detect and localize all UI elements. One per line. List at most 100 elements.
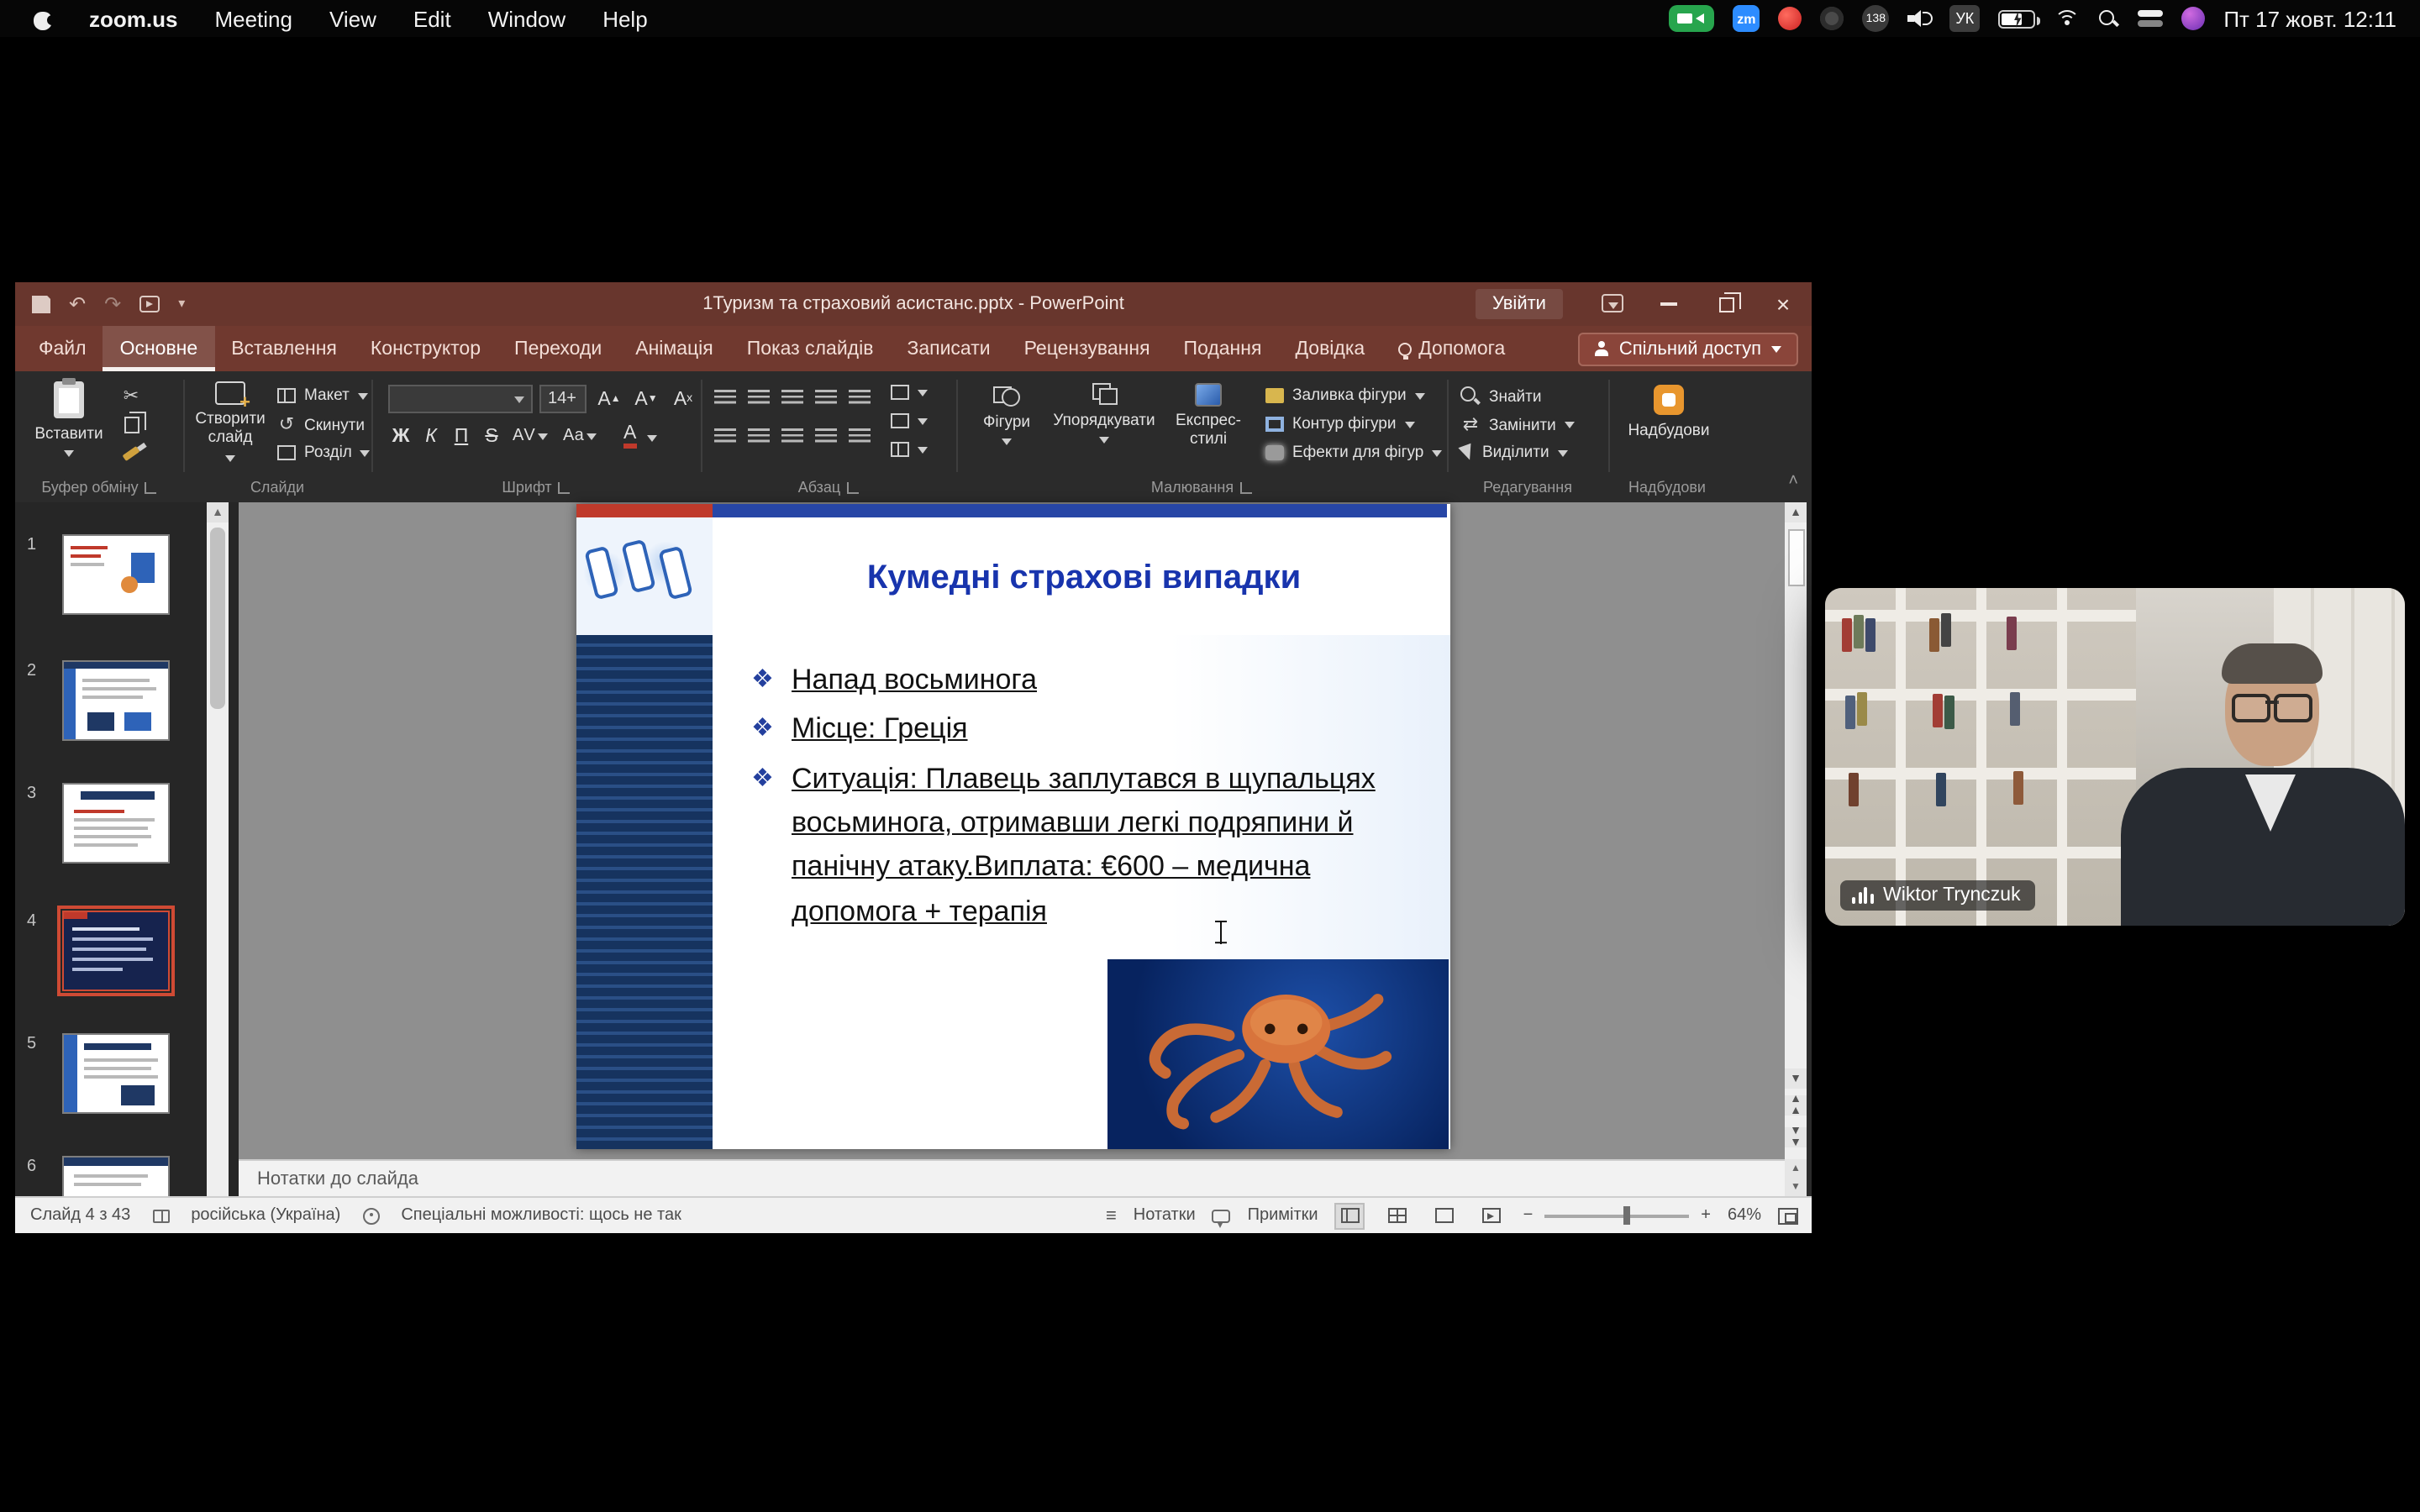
tab-help[interactable]: Допомога bbox=[1381, 326, 1522, 371]
zoom-participant-video[interactable]: Wiktor Trynczuk bbox=[1825, 588, 2405, 926]
strikethrough-button[interactable]: S bbox=[479, 423, 504, 449]
battery-icon[interactable] bbox=[1998, 9, 2035, 28]
status-app-icon-red[interactable] bbox=[1778, 7, 1802, 30]
control-center-icon[interactable] bbox=[2138, 8, 2163, 29]
editor-scrollbar[interactable]: ▲ ▼ ▲▲ ▼▼ bbox=[1785, 502, 1807, 1159]
shapes-button[interactable]: Фігури bbox=[970, 383, 1044, 445]
volume-icon[interactable] bbox=[1907, 8, 1931, 29]
bold-button[interactable]: Ж bbox=[388, 423, 413, 449]
tab-view[interactable]: Подання bbox=[1167, 326, 1279, 371]
tab-review[interactable]: Рецензування bbox=[1007, 326, 1167, 371]
scroll-up-icon[interactable]: ▲ bbox=[1785, 502, 1807, 522]
character-spacing-icon[interactable]: АV bbox=[513, 423, 549, 449]
font-name-combobox[interactable] bbox=[388, 385, 533, 413]
align-right-icon[interactable] bbox=[781, 428, 803, 445]
format-painter-icon[interactable] bbox=[119, 444, 143, 464]
line-spacing-icon[interactable] bbox=[849, 390, 871, 407]
notes-toggle[interactable]: Нотатки bbox=[1134, 1206, 1196, 1225]
restore-button[interactable] bbox=[1697, 282, 1754, 326]
reset-button[interactable]: ↺Скинути bbox=[277, 415, 365, 435]
tab-file[interactable]: Файл bbox=[15, 326, 103, 371]
current-slide[interactable]: Кумедні страхові випадки ❖ Напад восьмин… bbox=[576, 504, 1450, 1149]
zoom-camera-status-icon[interactable] bbox=[1669, 5, 1714, 32]
undo-icon[interactable]: ↶ bbox=[69, 294, 86, 314]
normal-view-button[interactable] bbox=[1335, 1202, 1365, 1229]
cut-icon[interactable]: ✂ bbox=[119, 386, 143, 407]
save-icon[interactable] bbox=[32, 295, 50, 313]
quick-styles-button[interactable]: Експрес-стилі bbox=[1165, 383, 1252, 450]
select-button[interactable]: Виділити bbox=[1460, 444, 1568, 462]
menu-bar-clock[interactable]: Пт 17 жовт. 12:11 bbox=[2223, 6, 2396, 31]
chevron-down-icon[interactable] bbox=[647, 435, 657, 442]
dialog-launcher-icon[interactable] bbox=[145, 481, 157, 493]
scrollbar-thumb[interactable] bbox=[1787, 529, 1804, 586]
customize-qat-icon[interactable]: ▾ bbox=[178, 297, 185, 311]
close-button[interactable]: × bbox=[1754, 282, 1812, 326]
slideshow-view-button[interactable] bbox=[1476, 1202, 1507, 1229]
badge-count-icon[interactable]: 138 bbox=[1862, 5, 1889, 32]
zoom-slider[interactable] bbox=[1544, 1214, 1689, 1217]
slide-sorter-view-button[interactable] bbox=[1382, 1202, 1413, 1229]
menu-meeting[interactable]: Meeting bbox=[214, 6, 292, 31]
slide-title-box[interactable]: Кумедні страхові випадки bbox=[724, 521, 1444, 635]
reading-view-button[interactable] bbox=[1429, 1202, 1460, 1229]
accessibility-status[interactable]: Спеціальні можливості: щось не так bbox=[401, 1206, 681, 1225]
dialog-launcher-icon[interactable] bbox=[847, 481, 859, 493]
font-color-button[interactable]: А bbox=[623, 423, 636, 447]
text-direction-icon[interactable] bbox=[891, 385, 928, 400]
font-size-combobox[interactable]: 14+ bbox=[539, 385, 587, 413]
addins-button[interactable]: Надбудови bbox=[1622, 385, 1716, 440]
tab-transitions[interactable]: Переходи bbox=[497, 326, 618, 371]
scroll-up-icon[interactable]: ▲ bbox=[1785, 1159, 1807, 1178]
find-button[interactable]: Знайти bbox=[1460, 386, 1541, 407]
zoom-out-icon[interactable]: − bbox=[1523, 1206, 1534, 1225]
bullets-icon[interactable] bbox=[714, 390, 736, 407]
dialog-launcher-icon[interactable] bbox=[559, 481, 571, 493]
new-slide-button[interactable]: Створити слайд bbox=[190, 381, 271, 462]
grow-font-icon[interactable]: А▲ bbox=[597, 386, 622, 412]
increase-indent-icon[interactable] bbox=[815, 390, 837, 407]
clear-formatting-icon[interactable]: Аx bbox=[671, 386, 696, 412]
menu-help[interactable]: Help bbox=[602, 6, 648, 31]
notes-pane[interactable]: Нотатки до слайда bbox=[239, 1159, 1785, 1196]
zoom-in-icon[interactable]: + bbox=[1701, 1206, 1711, 1225]
shape-effects-button[interactable]: Ефекти для фігур bbox=[1265, 444, 1442, 462]
comments-icon[interactable] bbox=[1213, 1209, 1231, 1222]
redo-icon[interactable]: ↷ bbox=[104, 294, 121, 314]
zoom-app-icon[interactable]: zm bbox=[1733, 5, 1760, 32]
tab-insert[interactable]: Вставлення bbox=[214, 326, 354, 371]
underline-button[interactable]: П bbox=[449, 423, 474, 449]
align-text-icon[interactable] bbox=[891, 413, 928, 428]
section-button[interactable]: Розділ bbox=[277, 444, 371, 462]
decrease-indent-icon[interactable] bbox=[781, 390, 803, 407]
tab-record[interactable]: Записати bbox=[890, 326, 1007, 371]
zoom-level[interactable]: 64% bbox=[1728, 1206, 1761, 1225]
arrange-button[interactable]: Упорядкувати bbox=[1050, 383, 1158, 444]
shape-outline-button[interactable]: Контур фігури bbox=[1265, 415, 1414, 433]
paste-button[interactable]: Вставити bbox=[32, 381, 106, 457]
scroll-down-icon[interactable]: ▼ bbox=[1785, 1178, 1807, 1196]
layout-button[interactable]: Макет bbox=[277, 386, 368, 405]
apple-menu-icon[interactable] bbox=[34, 8, 52, 29]
tab-home[interactable]: Основне bbox=[103, 326, 215, 371]
language-indicator[interactable]: російська (Україна) bbox=[191, 1206, 340, 1225]
numbering-icon[interactable] bbox=[748, 390, 770, 407]
previous-slide-icon[interactable]: ▲▲ bbox=[1785, 1095, 1807, 1116]
status-app-icon-purple[interactable] bbox=[2181, 7, 2205, 30]
input-source-indicator[interactable]: УК bbox=[1949, 5, 1980, 32]
proofing-icon[interactable] bbox=[152, 1209, 169, 1222]
menu-window[interactable]: Window bbox=[488, 6, 566, 31]
columns-icon[interactable] bbox=[849, 428, 871, 445]
align-center-icon[interactable] bbox=[748, 428, 770, 445]
accessibility-icon[interactable] bbox=[362, 1207, 379, 1224]
dialog-launcher-icon[interactable] bbox=[1240, 481, 1252, 493]
menu-view[interactable]: View bbox=[329, 6, 376, 31]
tab-slideshow[interactable]: Показ слайдів bbox=[730, 326, 891, 371]
tab-animations[interactable]: Анімація bbox=[618, 326, 730, 371]
copy-icon[interactable] bbox=[119, 415, 143, 435]
slide-body-text[interactable]: ❖ Напад восьминога ❖ Місце: Греція ❖ Сит… bbox=[751, 659, 1376, 939]
wifi-icon[interactable] bbox=[2054, 9, 2079, 28]
shrink-font-icon[interactable]: А▼ bbox=[634, 386, 659, 412]
italic-button[interactable]: К bbox=[418, 423, 444, 449]
notes-scrollbar[interactable]: ▲ ▼ bbox=[1785, 1159, 1807, 1196]
